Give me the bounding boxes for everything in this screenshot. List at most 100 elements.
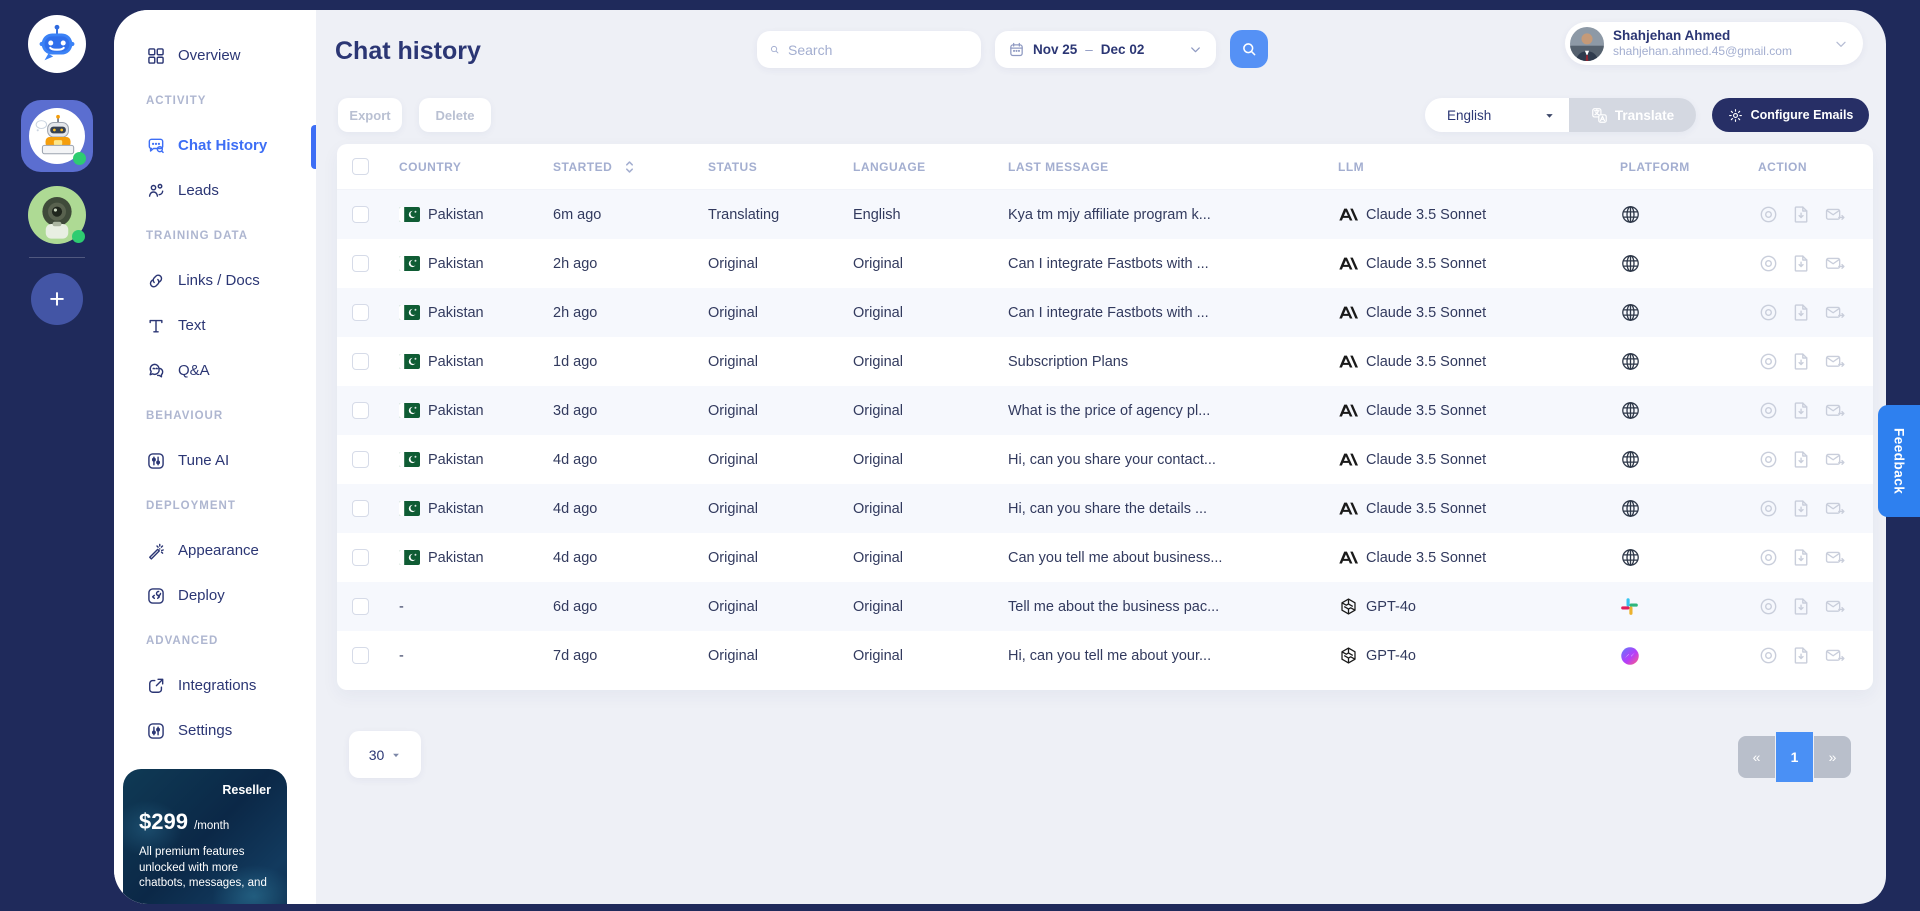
select-all-checkbox[interactable] xyxy=(352,158,369,175)
download-transcript-icon[interactable] xyxy=(1791,547,1812,568)
llm-name: GPT-4o xyxy=(1366,599,1416,615)
column-platform[interactable]: PLATFORM xyxy=(1612,160,1750,174)
view-conversation-icon[interactable] xyxy=(1758,253,1779,274)
view-conversation-icon[interactable] xyxy=(1758,302,1779,323)
table-row[interactable]: Pakistan 2h ago Original Original Can I … xyxy=(337,288,1873,337)
apply-search-button[interactable] xyxy=(1230,30,1268,68)
table-row[interactable]: Pakistan 1d ago Original Original Subscr… xyxy=(337,337,1873,386)
column-status[interactable]: STATUS xyxy=(700,160,845,174)
row-checkbox[interactable] xyxy=(352,598,369,615)
sidebar-item-label: Q&A xyxy=(178,362,210,379)
last-message-value: Can you tell me about business... xyxy=(1000,550,1330,566)
email-transcript-icon[interactable] xyxy=(1824,645,1846,666)
sidebar-item-label: Overview xyxy=(178,47,241,64)
column-language[interactable]: LANGUAGE xyxy=(845,160,1000,174)
row-checkbox[interactable] xyxy=(352,353,369,370)
email-transcript-icon[interactable] xyxy=(1824,302,1846,323)
view-conversation-icon[interactable] xyxy=(1758,449,1779,470)
language-select[interactable]: English xyxy=(1425,98,1569,132)
sort-icon[interactable] xyxy=(624,160,635,174)
sidebar-item-appearance[interactable]: Appearance xyxy=(114,528,316,573)
configure-emails-button[interactable]: Configure Emails xyxy=(1712,98,1869,132)
sidebar-item-label: Leads xyxy=(178,182,219,199)
sidebar-item-deploy[interactable]: Deploy xyxy=(114,573,316,618)
sidebar-item-links-docs[interactable]: Links / Docs xyxy=(114,258,316,303)
translate-button[interactable]: Translate xyxy=(1569,98,1696,132)
sidebar-item-leads[interactable]: Leads xyxy=(114,168,316,213)
sidebar-item-qa[interactable]: Q&A xyxy=(114,348,316,393)
bot-avatar-selected[interactable] xyxy=(21,100,93,172)
bot-avatar-logo[interactable] xyxy=(28,15,86,73)
delete-button[interactable]: Delete xyxy=(419,98,491,132)
download-transcript-icon[interactable] xyxy=(1791,449,1812,470)
row-checkbox[interactable] xyxy=(352,402,369,419)
table-row[interactable]: - 6d ago Original Original Tell me about… xyxy=(337,582,1873,631)
date-range-picker[interactable]: Nov 25 – Dec 02 xyxy=(995,31,1216,68)
sidebar-item-tune-ai[interactable]: Tune AI xyxy=(114,438,316,483)
table-row[interactable]: - 7d ago Original Original Hi, can you t… xyxy=(337,631,1873,680)
view-conversation-icon[interactable] xyxy=(1758,351,1779,372)
language-value: Original xyxy=(845,452,1000,468)
row-checkbox[interactable] xyxy=(352,255,369,272)
email-transcript-icon[interactable] xyxy=(1824,204,1846,225)
email-transcript-icon[interactable] xyxy=(1824,498,1846,519)
row-checkbox[interactable] xyxy=(352,451,369,468)
email-transcript-icon[interactable] xyxy=(1824,351,1846,372)
search-input[interactable] xyxy=(788,42,969,58)
download-transcript-icon[interactable] xyxy=(1791,596,1812,617)
table-row[interactable]: Pakistan 2h ago Original Original Can I … xyxy=(337,239,1873,288)
download-transcript-icon[interactable] xyxy=(1791,302,1812,323)
reseller-plan-card[interactable]: Reseller $299 /month All premium feature… xyxy=(123,769,287,904)
row-checkbox[interactable] xyxy=(352,500,369,517)
export-button[interactable]: Export xyxy=(338,98,402,132)
started-value: 4d ago xyxy=(545,501,700,517)
download-transcript-icon[interactable] xyxy=(1791,253,1812,274)
column-last-message[interactable]: LAST MESSAGE xyxy=(1000,160,1330,174)
table-row[interactable]: Pakistan 6m ago Translating English Kya … xyxy=(337,190,1873,239)
email-transcript-icon[interactable] xyxy=(1824,596,1846,617)
column-action[interactable]: ACTION xyxy=(1750,160,1873,174)
profile-menu[interactable]: Shahjehan Ahmed shahjehan.ahmed.45@gmail… xyxy=(1565,22,1863,65)
table-row[interactable]: Pakistan 4d ago Original Original Can yo… xyxy=(337,533,1873,582)
web-icon xyxy=(1612,547,1750,568)
sidebar-item-text[interactable]: Text xyxy=(114,303,316,348)
download-transcript-icon[interactable] xyxy=(1791,204,1812,225)
row-checkbox[interactable] xyxy=(352,206,369,223)
email-transcript-icon[interactable] xyxy=(1824,253,1846,274)
view-conversation-icon[interactable] xyxy=(1758,547,1779,568)
email-transcript-icon[interactable] xyxy=(1824,449,1846,470)
email-transcript-icon[interactable] xyxy=(1824,400,1846,421)
pagination-next-button[interactable]: » xyxy=(1814,736,1851,778)
view-conversation-icon[interactable] xyxy=(1758,204,1779,225)
view-conversation-icon[interactable] xyxy=(1758,498,1779,519)
view-conversation-icon[interactable] xyxy=(1758,596,1779,617)
table-row[interactable]: Pakistan 3d ago Original Original What i… xyxy=(337,386,1873,435)
search-icon xyxy=(1240,40,1258,58)
email-transcript-icon[interactable] xyxy=(1824,547,1846,568)
pagination-prev-button[interactable]: « xyxy=(1738,736,1775,778)
sidebar-item-integrations[interactable]: Integrations xyxy=(114,663,316,708)
download-transcript-icon[interactable] xyxy=(1791,400,1812,421)
feedback-tab[interactable]: Feedback xyxy=(1878,405,1920,517)
column-country[interactable]: COUNTRY xyxy=(390,160,545,174)
pagination-current-page[interactable]: 1 xyxy=(1776,732,1813,782)
table-row[interactable]: Pakistan 4d ago Original Original Hi, ca… xyxy=(337,484,1873,533)
country-value: Pakistan xyxy=(428,305,484,321)
table-row[interactable]: Pakistan 4d ago Original Original Hi, ca… xyxy=(337,435,1873,484)
view-conversation-icon[interactable] xyxy=(1758,645,1779,666)
view-conversation-icon[interactable] xyxy=(1758,400,1779,421)
sidebar-item-overview[interactable]: Overview xyxy=(114,33,316,78)
page-size-select[interactable]: 30 xyxy=(349,731,421,778)
sidebar-item-chat-history[interactable]: Chat History xyxy=(114,123,316,168)
column-started[interactable]: STARTED xyxy=(545,160,700,174)
download-transcript-icon[interactable] xyxy=(1791,498,1812,519)
sidebar-item-settings[interactable]: Settings xyxy=(114,708,316,753)
row-checkbox[interactable] xyxy=(352,304,369,321)
sidebar-item-label: Deploy xyxy=(178,587,225,604)
download-transcript-icon[interactable] xyxy=(1791,645,1812,666)
column-llm[interactable]: LLM xyxy=(1330,160,1612,174)
row-checkbox[interactable] xyxy=(352,647,369,664)
add-bot-button[interactable]: + xyxy=(31,273,83,325)
row-checkbox[interactable] xyxy=(352,549,369,566)
download-transcript-icon[interactable] xyxy=(1791,351,1812,372)
